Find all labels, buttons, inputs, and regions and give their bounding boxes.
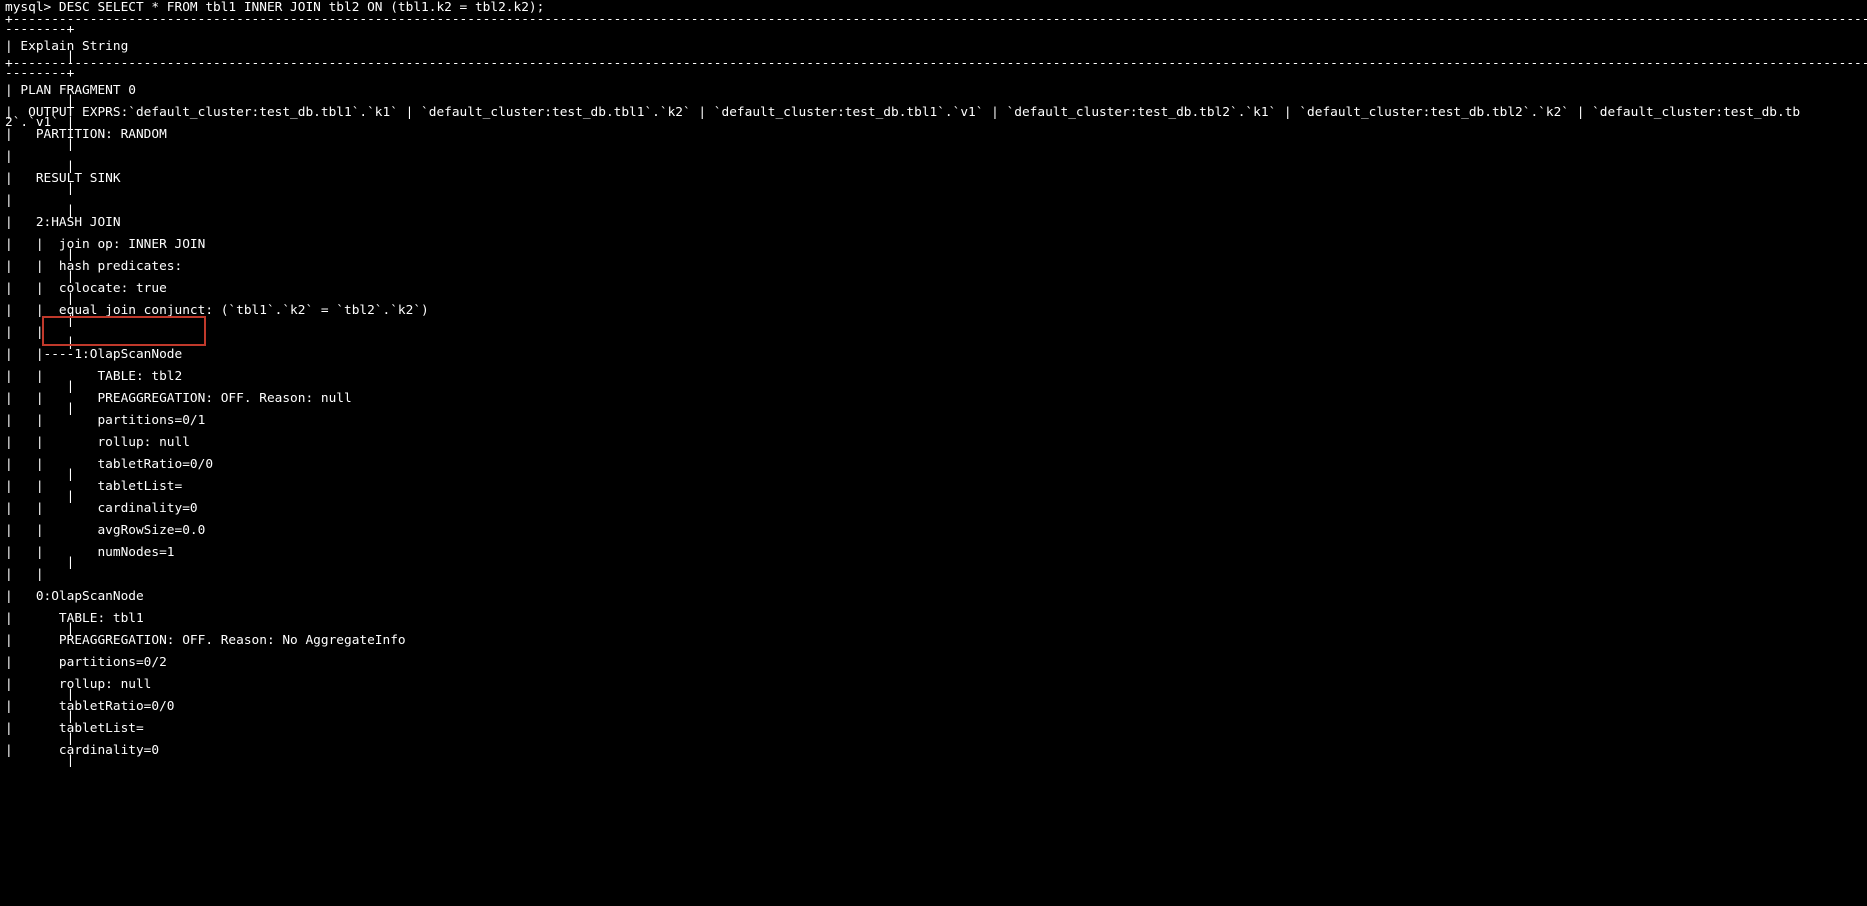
plan-row: | | rollup: null [5, 435, 190, 450]
table-border-line-wrap: --------+ [5, 66, 75, 81]
colocate-highlight-box [42, 316, 206, 346]
plan-row: | | cardinality=0 [5, 501, 198, 516]
table-border-line-wrap: --------+ [5, 22, 75, 37]
plan-row: | partitions=0/2 [5, 655, 167, 670]
plan-row: | 0:OlapScanNode [5, 589, 144, 604]
plan-row: | PREAGGREGATION: OFF. Reason: No Aggreg… [5, 633, 406, 648]
plan-row: | | [5, 567, 44, 582]
plan-row: | | partitions=0/1 [5, 413, 206, 428]
terminal-window[interactable]: mysql> DESC SELECT * FROM tbl1 INNER JOI… [0, 0, 1867, 906]
table-border-line: +---------------------------------------… [5, 56, 1867, 71]
plan-row: | |----1:OlapScanNode [5, 347, 183, 362]
plan-row: | | avgRowSize=0.0 [5, 523, 206, 538]
plan-row: | OUTPUT EXPRS:`default_cluster:test_db.… [5, 105, 1801, 120]
plan-row-end: | [5, 181, 75, 196]
table-border-line: +---------------------------------------… [5, 12, 1867, 27]
plan-row: | 2:HASH JOIN [5, 215, 121, 230]
plan-row-end: | [5, 137, 75, 152]
plan-row-end: | [5, 753, 75, 768]
